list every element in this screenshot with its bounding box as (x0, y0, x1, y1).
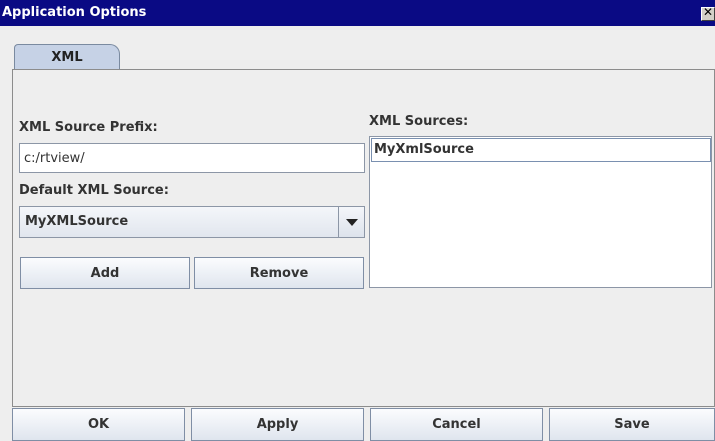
ok-button[interactable]: OK (12, 408, 185, 441)
default-xml-source-value: MyXMLSource (25, 214, 129, 229)
window-title: Application Options (2, 5, 147, 20)
close-icon: ✕ (703, 5, 714, 19)
list-item-label: MyXmlSource (374, 142, 474, 157)
xml-source-prefix-field[interactable] (19, 143, 365, 173)
xml-source-prefix-label: XML Source Prefix: (19, 120, 158, 135)
apply-button[interactable]: Apply (191, 408, 364, 441)
cancel-button[interactable]: Cancel (370, 408, 543, 441)
xml-sources-label: XML Sources: (369, 114, 469, 129)
title-bar: Application Options ✕ (0, 0, 715, 26)
add-button[interactable]: Add (20, 257, 190, 289)
remove-button[interactable]: Remove (194, 257, 364, 289)
xml-sources-list[interactable]: MyXmlSource (369, 136, 712, 288)
save-button[interactable]: Save (549, 408, 715, 441)
tab-xml[interactable]: XML (14, 44, 120, 70)
chevron-down-icon (346, 219, 358, 226)
dropdown-arrow-button[interactable] (338, 207, 364, 237)
xml-source-prefix-input[interactable] (20, 144, 364, 172)
tab-xml-label: XML (51, 50, 83, 65)
close-button[interactable]: ✕ (701, 5, 715, 21)
default-xml-source-dropdown[interactable]: MyXMLSource (19, 206, 365, 238)
list-item[interactable]: MyXmlSource (371, 138, 711, 162)
default-xml-source-label: Default XML Source: (19, 183, 169, 198)
